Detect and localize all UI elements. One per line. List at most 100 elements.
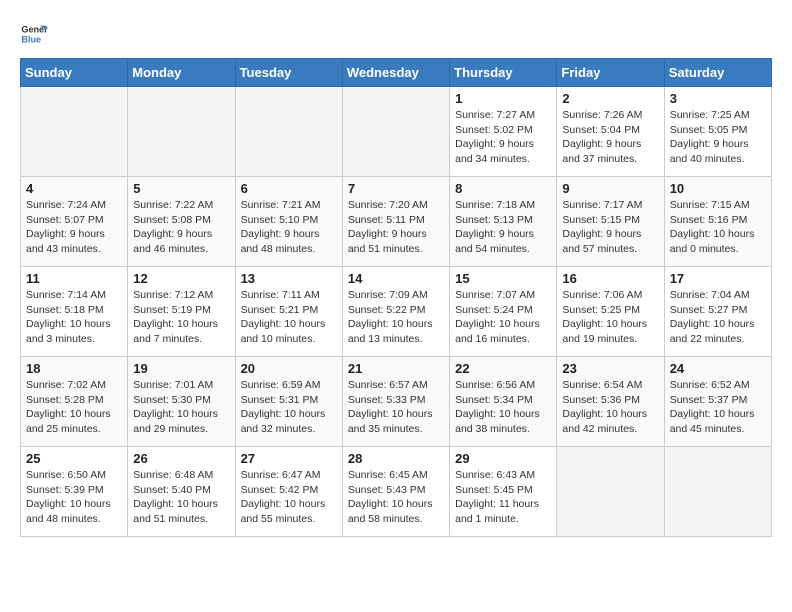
col-wednesday: Wednesday bbox=[342, 59, 449, 87]
day-number: 4 bbox=[26, 181, 122, 196]
calendar-week-3: 11 Sunrise: 7:14 AM Sunset: 5:18 PM Dayli… bbox=[21, 267, 772, 357]
day-info: Sunrise: 7:21 AM Sunset: 5:10 PM Dayligh… bbox=[241, 198, 337, 257]
day-info: Sunrise: 7:07 AM Sunset: 5:24 PM Dayligh… bbox=[455, 288, 551, 347]
calendar-cell: 21 Sunrise: 6:57 AM Sunset: 5:33 PM Dayli… bbox=[342, 357, 449, 447]
calendar-cell: 27 Sunrise: 6:47 AM Sunset: 5:42 PM Dayli… bbox=[235, 447, 342, 537]
day-number: 6 bbox=[241, 181, 337, 196]
calendar-cell: 25 Sunrise: 6:50 AM Sunset: 5:39 PM Dayli… bbox=[21, 447, 128, 537]
calendar-cell: 16Sunrise: 7:06 AM Sunset: 5:25 PM Dayli… bbox=[557, 267, 664, 357]
calendar-cell: 8 Sunrise: 7:18 AM Sunset: 5:13 PM Daylig… bbox=[450, 177, 557, 267]
day-info: Sunrise: 6:57 AM Sunset: 5:33 PM Dayligh… bbox=[348, 378, 444, 437]
calendar-cell: 10 Sunrise: 7:15 AM Sunset: 5:16 PM Dayli… bbox=[664, 177, 771, 267]
day-info: Sunrise: 6:45 AM Sunset: 5:43 PM Dayligh… bbox=[348, 468, 444, 527]
day-info: Sunrise: 7:09 AM Sunset: 5:22 PM Dayligh… bbox=[348, 288, 444, 347]
logo: General Blue bbox=[20, 20, 52, 48]
day-number: 22 bbox=[455, 361, 551, 376]
calendar-week-5: 25 Sunrise: 6:50 AM Sunset: 5:39 PM Dayli… bbox=[21, 447, 772, 537]
calendar-body: 1 Sunrise: 7:27 AM Sunset: 5:02 PM Daylig… bbox=[21, 87, 772, 537]
day-info: Sunrise: 7:18 AM Sunset: 5:13 PM Dayligh… bbox=[455, 198, 551, 257]
day-info: Sunrise: 7:14 AM Sunset: 5:18 PM Dayligh… bbox=[26, 288, 122, 347]
day-number: 15 bbox=[455, 271, 551, 286]
calendar-table: Sunday Monday Tuesday Wednesday Thursday… bbox=[20, 58, 772, 537]
day-number: 20 bbox=[241, 361, 337, 376]
calendar-cell: 12 Sunrise: 7:12 AM Sunset: 5:19 PM Dayli… bbox=[128, 267, 235, 357]
day-info: Sunrise: 6:59 AM Sunset: 5:31 PM Dayligh… bbox=[241, 378, 337, 437]
calendar-cell bbox=[128, 87, 235, 177]
col-tuesday: Tuesday bbox=[235, 59, 342, 87]
day-info: Sunrise: 7:01 AM Sunset: 5:30 PM Dayligh… bbox=[133, 378, 229, 437]
col-friday: Friday bbox=[557, 59, 664, 87]
day-info: Sunrise: 7:20 AM Sunset: 5:11 PM Dayligh… bbox=[348, 198, 444, 257]
calendar-cell bbox=[557, 447, 664, 537]
day-number: 17 bbox=[670, 271, 766, 286]
calendar-cell: 22 Sunrise: 6:56 AM Sunset: 5:34 PM Dayli… bbox=[450, 357, 557, 447]
calendar-cell: 14 Sunrise: 7:09 AM Sunset: 5:22 PM Dayli… bbox=[342, 267, 449, 357]
day-info: Sunrise: 6:43 AM Sunset: 5:45 PM Dayligh… bbox=[455, 468, 551, 527]
col-saturday: Saturday bbox=[664, 59, 771, 87]
day-number: 8 bbox=[455, 181, 551, 196]
day-info: Sunrise: 7:24 AM Sunset: 5:07 PM Dayligh… bbox=[26, 198, 122, 257]
day-number: 14 bbox=[348, 271, 444, 286]
calendar-header: Sunday Monday Tuesday Wednesday Thursday… bbox=[21, 59, 772, 87]
calendar-cell: 28 Sunrise: 6:45 AM Sunset: 5:43 PM Dayli… bbox=[342, 447, 449, 537]
col-sunday: Sunday bbox=[21, 59, 128, 87]
logo-icon: General Blue bbox=[20, 20, 48, 48]
day-info: Sunrise: 7:11 AM Sunset: 5:21 PM Dayligh… bbox=[241, 288, 337, 347]
day-info: Sunrise: 7:04 AM Sunset: 5:27 PM Dayligh… bbox=[670, 288, 766, 347]
day-number: 11 bbox=[26, 271, 122, 286]
day-number: 13 bbox=[241, 271, 337, 286]
day-number: 16 bbox=[562, 271, 658, 286]
calendar-cell: 26 Sunrise: 6:48 AM Sunset: 5:40 PM Dayli… bbox=[128, 447, 235, 537]
day-info: Sunrise: 7:27 AM Sunset: 5:02 PM Dayligh… bbox=[455, 108, 551, 167]
calendar-week-2: 4 Sunrise: 7:24 AM Sunset: 5:07 PM Daylig… bbox=[21, 177, 772, 267]
calendar-cell: 13 Sunrise: 7:11 AM Sunset: 5:21 PM Dayli… bbox=[235, 267, 342, 357]
calendar-cell: 6 Sunrise: 7:21 AM Sunset: 5:10 PM Daylig… bbox=[235, 177, 342, 267]
calendar-cell: 15 Sunrise: 7:07 AM Sunset: 5:24 PM Dayli… bbox=[450, 267, 557, 357]
calendar-week-1: 1 Sunrise: 7:27 AM Sunset: 5:02 PM Daylig… bbox=[21, 87, 772, 177]
col-thursday: Thursday bbox=[450, 59, 557, 87]
day-number: 19 bbox=[133, 361, 229, 376]
col-monday: Monday bbox=[128, 59, 235, 87]
calendar-cell: 5 Sunrise: 7:22 AM Sunset: 5:08 PM Daylig… bbox=[128, 177, 235, 267]
calendar-cell: 24Sunrise: 6:52 AM Sunset: 5:37 PM Dayli… bbox=[664, 357, 771, 447]
calendar-cell bbox=[342, 87, 449, 177]
calendar-cell: 4 Sunrise: 7:24 AM Sunset: 5:07 PM Daylig… bbox=[21, 177, 128, 267]
day-number: 26 bbox=[133, 451, 229, 466]
calendar-cell: 1 Sunrise: 7:27 AM Sunset: 5:02 PM Daylig… bbox=[450, 87, 557, 177]
page-header: General Blue bbox=[20, 20, 772, 48]
day-info: Sunrise: 6:56 AM Sunset: 5:34 PM Dayligh… bbox=[455, 378, 551, 437]
day-info: Sunrise: 7:15 AM Sunset: 5:16 PM Dayligh… bbox=[670, 198, 766, 257]
calendar-cell bbox=[21, 87, 128, 177]
day-info: Sunrise: 7:17 AM Sunset: 5:15 PM Dayligh… bbox=[562, 198, 658, 257]
day-number: 27 bbox=[241, 451, 337, 466]
calendar-cell bbox=[235, 87, 342, 177]
calendar-cell: 2Sunrise: 7:26 AM Sunset: 5:04 PM Daylig… bbox=[557, 87, 664, 177]
calendar-cell: 23Sunrise: 6:54 AM Sunset: 5:36 PM Dayli… bbox=[557, 357, 664, 447]
day-number: 24 bbox=[670, 361, 766, 376]
calendar-cell: 7 Sunrise: 7:20 AM Sunset: 5:11 PM Daylig… bbox=[342, 177, 449, 267]
day-info: Sunrise: 6:47 AM Sunset: 5:42 PM Dayligh… bbox=[241, 468, 337, 527]
day-info: Sunrise: 7:25 AM Sunset: 5:05 PM Dayligh… bbox=[670, 108, 766, 167]
day-info: Sunrise: 6:50 AM Sunset: 5:39 PM Dayligh… bbox=[26, 468, 122, 527]
calendar-cell: 9Sunrise: 7:17 AM Sunset: 5:15 PM Daylig… bbox=[557, 177, 664, 267]
calendar-cell: 29Sunrise: 6:43 AM Sunset: 5:45 PM Dayli… bbox=[450, 447, 557, 537]
day-info: Sunrise: 7:12 AM Sunset: 5:19 PM Dayligh… bbox=[133, 288, 229, 347]
day-number: 5 bbox=[133, 181, 229, 196]
day-number: 10 bbox=[670, 181, 766, 196]
calendar-cell: 17 Sunrise: 7:04 AM Sunset: 5:27 PM Dayli… bbox=[664, 267, 771, 357]
day-number: 1 bbox=[455, 91, 551, 106]
day-info: Sunrise: 7:22 AM Sunset: 5:08 PM Dayligh… bbox=[133, 198, 229, 257]
day-number: 28 bbox=[348, 451, 444, 466]
day-number: 23 bbox=[562, 361, 658, 376]
day-number: 7 bbox=[348, 181, 444, 196]
header-row: Sunday Monday Tuesday Wednesday Thursday… bbox=[21, 59, 772, 87]
day-number: 21 bbox=[348, 361, 444, 376]
day-info: Sunrise: 7:02 AM Sunset: 5:28 PM Dayligh… bbox=[26, 378, 122, 437]
day-number: 18 bbox=[26, 361, 122, 376]
day-info: Sunrise: 6:48 AM Sunset: 5:40 PM Dayligh… bbox=[133, 468, 229, 527]
calendar-cell bbox=[664, 447, 771, 537]
day-number: 25 bbox=[26, 451, 122, 466]
calendar-cell: 3Sunrise: 7:25 AM Sunset: 5:05 PM Daylig… bbox=[664, 87, 771, 177]
day-number: 12 bbox=[133, 271, 229, 286]
calendar-cell: 20 Sunrise: 6:59 AM Sunset: 5:31 PM Dayli… bbox=[235, 357, 342, 447]
